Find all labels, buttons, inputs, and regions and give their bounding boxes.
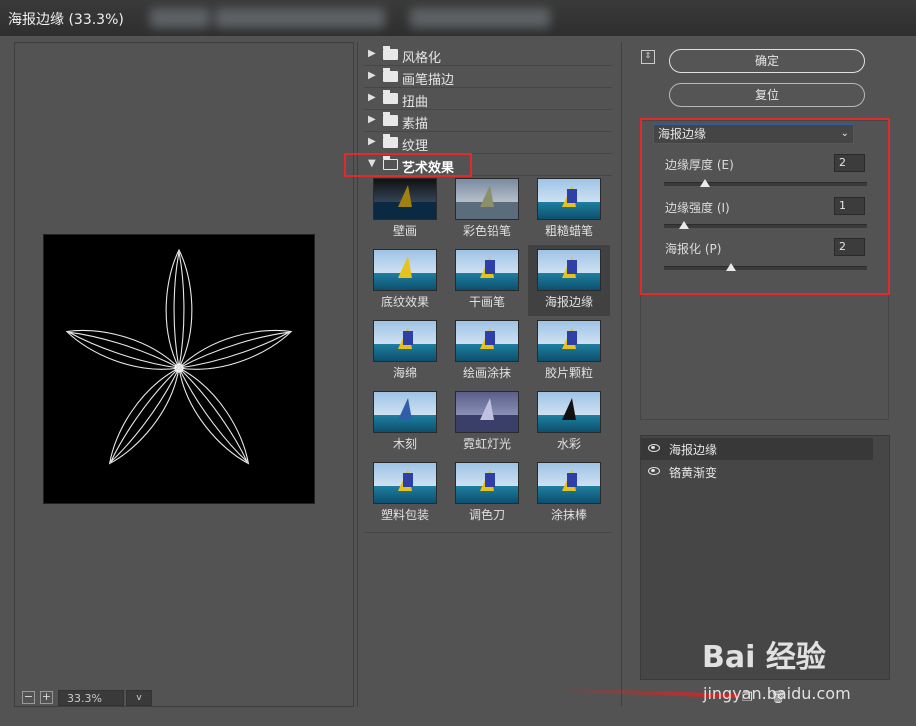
layer-name: 海报边缘 — [669, 443, 718, 457]
filter-label: 干画笔 — [468, 295, 505, 309]
collapse-icon[interactable]: ⇕ — [641, 50, 655, 64]
filter-thumb-colored-pencil[interactable]: 彩色铅笔 — [446, 174, 528, 245]
zoom-out-button[interactable]: − — [22, 691, 35, 704]
thumbnail-image — [537, 462, 601, 504]
ok-button[interactable]: 确定 — [669, 49, 865, 73]
eye-icon[interactable] — [648, 467, 660, 475]
chevron-right-icon: ▶ — [368, 136, 376, 147]
thumbnail-image — [373, 249, 437, 291]
thumbnail-image — [537, 391, 601, 433]
zoom-dropdown[interactable]: v — [126, 690, 152, 706]
filter-thumb-plastic-wrap[interactable]: 塑料包装 — [364, 458, 446, 529]
filter-thumb-neon-glow[interactable]: 霓虹灯光 — [446, 387, 528, 458]
filter-thumb-smudge-stick[interactable]: 涂抹棒 — [528, 458, 610, 529]
thumbnail-image — [455, 249, 519, 291]
divider — [621, 42, 622, 707]
folder-label: 纹理 — [402, 139, 429, 154]
folder-texture[interactable]: ▶ 纹理 — [364, 132, 612, 154]
folder-stylize[interactable]: ▶ 风格化 — [364, 44, 612, 66]
filter-thumb-sponge[interactable]: 海绵 — [364, 316, 446, 387]
filter-thumb-dry-brush[interactable]: 干画笔 — [446, 245, 528, 316]
chevron-right-icon: ▶ — [368, 92, 376, 103]
flower-preview — [65, 248, 293, 465]
filter-thumb-palette-knife[interactable]: 调色刀 — [446, 458, 528, 529]
folder-icon — [383, 90, 398, 104]
layer-name: 铬黄渐变 — [669, 466, 718, 480]
divider — [357, 42, 358, 707]
thumbnail-image — [537, 249, 601, 291]
folder-icon — [383, 134, 398, 148]
filter-label: 彩色铅笔 — [462, 224, 511, 238]
filter-label: 壁画 — [392, 224, 417, 238]
reset-button[interactable]: 复位 — [669, 83, 865, 107]
petal — [165, 248, 193, 370]
title-bar: 海报边缘 (33.3%) — [0, 0, 916, 36]
folder-icon — [383, 68, 398, 82]
filter-thumb-film-grain[interactable]: 胶片颗粒 — [528, 316, 610, 387]
blurred-region — [150, 8, 210, 28]
folder-sketch[interactable]: ▶ 素描 — [364, 110, 612, 132]
watermark-logo: Bai 经验 — [702, 640, 826, 675]
filter-thumb-rough-pastels[interactable]: 粗糙蜡笔 — [528, 174, 610, 245]
folder-label: 扭曲 — [402, 95, 429, 110]
thumbnail-image — [455, 320, 519, 362]
thumbnail-image — [537, 320, 601, 362]
filter-label: 塑料包装 — [380, 508, 429, 522]
thumbnail-image — [373, 391, 437, 433]
thumbnail-image — [373, 462, 437, 504]
filter-gallery: ▶ 风格化 ▶ 画笔描边 ▶ 扭曲 ▶ 素描 ▶ 纹理 ▼ 艺术效果 壁画 彩色… — [364, 42, 612, 707]
highlight-box — [640, 118, 890, 295]
thumbnail-image — [373, 178, 437, 220]
folder-distort[interactable]: ▶ 扭曲 — [364, 88, 612, 110]
folder-label: 风格化 — [402, 51, 442, 66]
filter-label: 水彩 — [556, 437, 581, 451]
filter-thumb-paint-daubs[interactable]: 绘画涂抹 — [446, 316, 528, 387]
filter-label: 底纹效果 — [380, 295, 429, 309]
filter-label: 涂抹棒 — [550, 508, 587, 522]
zoom-in-button[interactable]: + — [40, 691, 53, 704]
filter-label: 粗糙蜡笔 — [544, 224, 593, 238]
filter-label: 海报边缘 — [544, 295, 593, 309]
filter-thumb-underpainting[interactable]: 底纹效果 — [364, 245, 446, 316]
divider — [364, 532, 612, 533]
folder-icon — [383, 46, 398, 60]
filter-thumb-poster-edges[interactable]: 海报边缘 — [528, 245, 610, 316]
thumbnail-image — [455, 391, 519, 433]
filter-thumb-cutout[interactable]: 木刻 — [364, 387, 446, 458]
eye-icon[interactable] — [648, 444, 660, 452]
filter-label: 胶片颗粒 — [544, 366, 593, 380]
filter-thumb-fresco[interactable]: 壁画 — [364, 174, 446, 245]
filter-label: 木刻 — [392, 437, 417, 451]
thumbnail-image — [455, 178, 519, 220]
filter-thumb-watercolor[interactable]: 水彩 — [528, 387, 610, 458]
filter-label: 海绵 — [392, 366, 417, 380]
filter-label: 霓虹灯光 — [462, 437, 511, 451]
highlight-box — [344, 153, 472, 177]
filter-label: 调色刀 — [468, 508, 505, 522]
effect-layer[interactable]: 铬黄渐变 — [641, 461, 873, 483]
preview-canvas — [43, 234, 315, 504]
chevron-right-icon: ▶ — [368, 48, 376, 59]
filter-label: 绘画涂抹 — [462, 366, 511, 380]
blurred-region — [410, 8, 550, 28]
thumbnail-image — [537, 178, 601, 220]
thumbnail-image — [455, 462, 519, 504]
watermark-url: jingyan.baidu.com — [703, 684, 851, 703]
chevron-right-icon: ▶ — [368, 70, 376, 81]
folder-icon — [383, 112, 398, 126]
effect-layer[interactable]: 海报边缘 — [641, 438, 873, 460]
blurred-region — [215, 8, 385, 28]
folder-brush-strokes[interactable]: ▶ 画笔描边 — [364, 66, 612, 88]
folder-label: 画笔描边 — [402, 73, 455, 88]
chevron-right-icon: ▶ — [368, 114, 376, 125]
thumbnail-image — [373, 320, 437, 362]
window-title: 海报边缘 (33.3%) — [8, 12, 124, 28]
zoom-field[interactable]: 33.3% — [58, 690, 124, 706]
folder-label: 素描 — [402, 117, 429, 132]
